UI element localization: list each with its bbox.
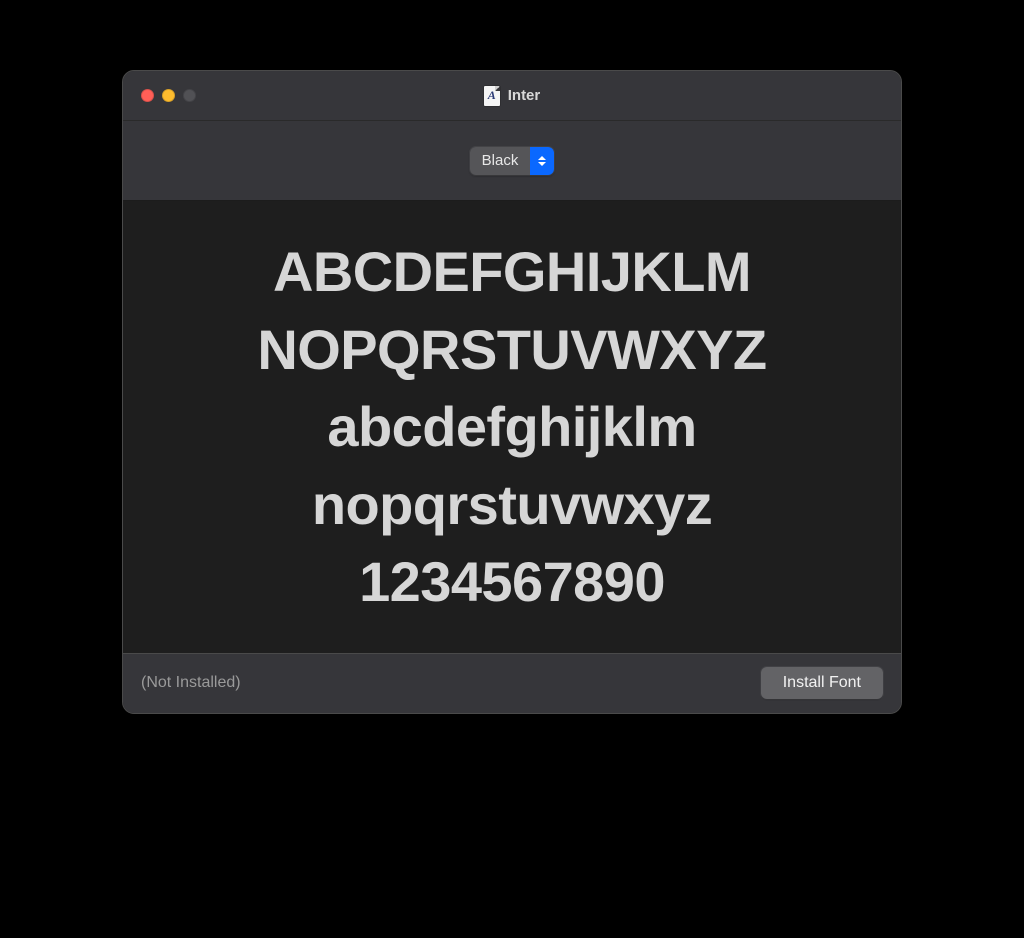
preview-line: nopqrstuvwxyz	[312, 474, 712, 536]
toolbar: Black	[123, 121, 901, 201]
window-title: Inter	[508, 87, 541, 104]
chevron-up-icon	[538, 156, 546, 160]
titlebar[interactable]: A Inter	[123, 71, 901, 121]
close-button[interactable]	[141, 89, 154, 102]
minimize-button[interactable]	[162, 89, 175, 102]
preview-line: 1234567890	[359, 551, 665, 613]
title-center: A Inter	[123, 86, 901, 106]
chevron-down-icon	[538, 162, 546, 166]
zoom-button	[183, 89, 196, 102]
font-file-icon: A	[484, 86, 500, 106]
footer: (Not Installed) Install Font	[123, 653, 901, 713]
preview-line: abcdefghijklm	[327, 396, 696, 458]
font-style-select-label: Black	[470, 147, 531, 175]
font-preview-area: ABCDEFGHIJKLM NOPQRSTUVWXYZ abcdefghijkl…	[123, 201, 901, 653]
preview-line: ABCDEFGHIJKLM	[273, 241, 751, 303]
select-stepper-icon	[530, 147, 554, 175]
install-status-label: (Not Installed)	[141, 674, 241, 692]
font-preview-window: A Inter Black ABCDEFGHIJKLM NOPQRSTUVWXY…	[122, 70, 902, 714]
font-style-select[interactable]: Black	[470, 147, 555, 175]
traffic-lights	[141, 89, 196, 102]
install-font-button[interactable]: Install Font	[761, 667, 883, 699]
preview-line: NOPQRSTUVWXYZ	[257, 319, 766, 381]
